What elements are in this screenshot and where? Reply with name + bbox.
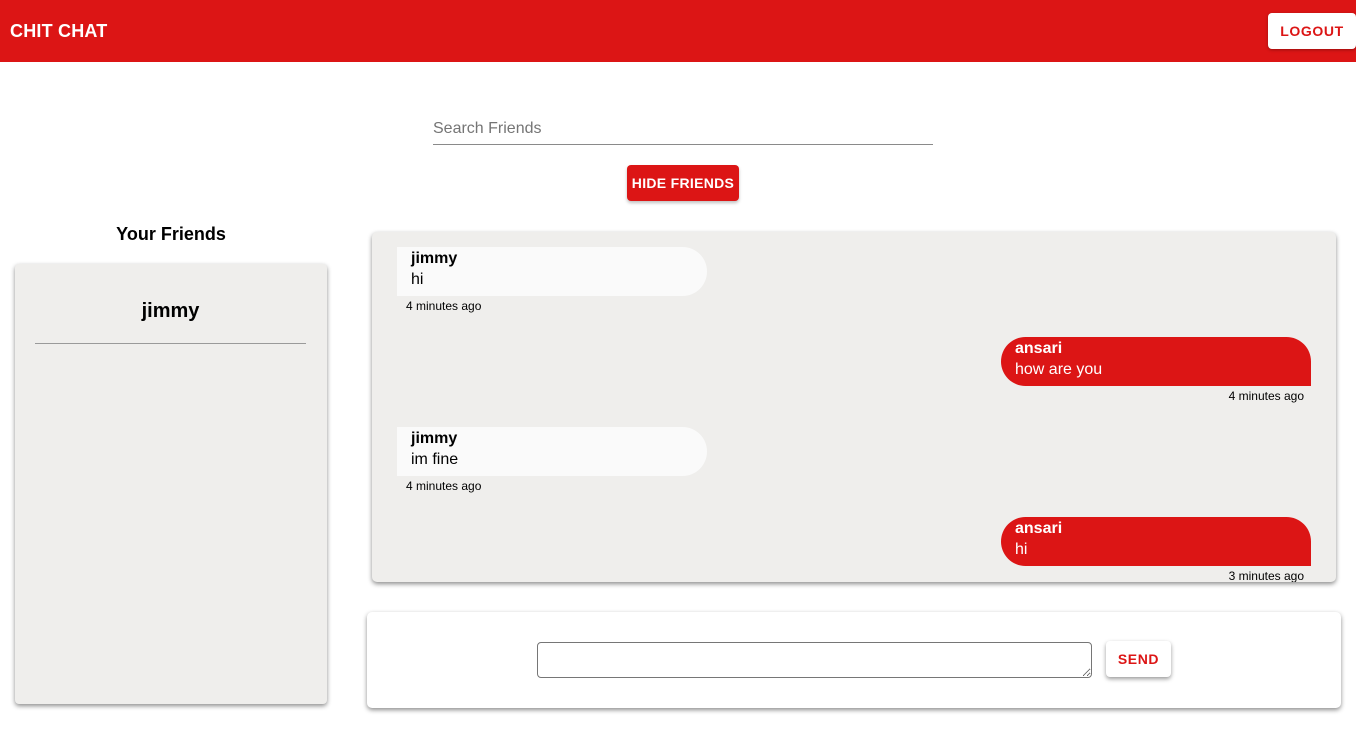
message-sender: ansari (1015, 520, 1063, 537)
message-bubble: ansari how are you (1001, 337, 1311, 386)
message-text: hi (411, 271, 424, 288)
message-sender: ansari (1015, 340, 1063, 357)
send-button[interactable]: SEND (1106, 641, 1171, 677)
message-sender: jimmy (411, 250, 458, 267)
message-bubble: jimmy hi (397, 247, 707, 296)
message-timestamp: 4 minutes ago (1228, 389, 1304, 403)
message-text: im fine (411, 451, 459, 468)
compose-panel: SEND (367, 612, 1341, 708)
message-sender: jimmy (411, 430, 458, 447)
friend-item-jimmy[interactable]: jimmy (35, 300, 306, 344)
message-item: jimmy im fine 4 minutes ago (397, 427, 707, 494)
friends-list: jimmy (15, 264, 327, 704)
message-item: ansari hi 3 minutes ago (1001, 517, 1311, 582)
chat-messages: jimmy hi 4 minutes ago ansari how are yo… (372, 232, 1336, 582)
search-friends-input[interactable] (433, 114, 933, 144)
message-text: hi (1015, 541, 1028, 558)
message-input[interactable] (537, 642, 1092, 678)
message-timestamp: 3 minutes ago (1228, 569, 1304, 582)
logout-button[interactable]: LOGOUT (1268, 13, 1356, 49)
message-timestamp: 4 minutes ago (406, 299, 482, 313)
message-item: jimmy hi 4 minutes ago (397, 247, 707, 314)
message-text: how are you (1015, 361, 1103, 378)
search-field (433, 114, 933, 145)
message-timestamp: 4 minutes ago (406, 479, 482, 493)
app-title: CHIT CHAT (10, 21, 108, 41)
hide-friends-button[interactable]: HIDE FRIENDS (627, 165, 739, 201)
app-bar: CHIT CHAT LOGOUT (0, 0, 1356, 62)
message-bubble: ansari hi (1001, 517, 1311, 566)
message-item: ansari how are you 4 minutes ago (1001, 337, 1311, 404)
message-bubble: jimmy im fine (397, 427, 707, 476)
friends-heading: Your Friends (116, 224, 226, 244)
